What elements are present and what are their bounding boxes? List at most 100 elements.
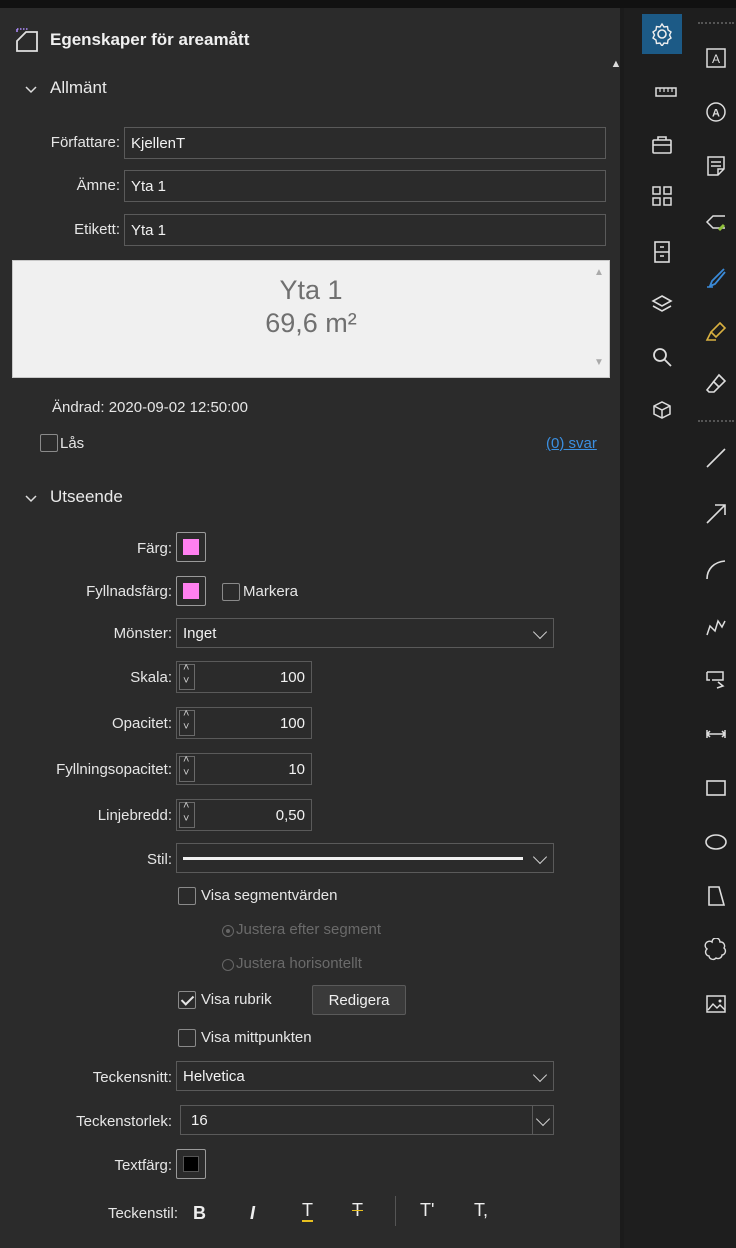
pen-icon[interactable] xyxy=(696,258,736,298)
toolbar-separator xyxy=(698,420,734,422)
font-size-select[interactable]: 16 xyxy=(180,1105,554,1135)
section-general-label: Allmänt xyxy=(50,78,107,97)
chevron-down-icon xyxy=(532,624,548,640)
align-segment-radio[interactable] xyxy=(222,925,234,937)
panel-title: Egenskaper för areamått xyxy=(14,22,249,58)
align-horizontal-label: Justera horisontellt xyxy=(236,955,362,972)
polygon-icon[interactable] xyxy=(696,876,736,916)
edit-button[interactable]: Redigera xyxy=(312,985,406,1015)
preview-scroll-down[interactable]: ▼ xyxy=(593,357,605,369)
line-width-label: Linjebredd: xyxy=(97,807,172,824)
polyline-icon[interactable] xyxy=(696,606,736,646)
ellipse-icon[interactable] xyxy=(696,822,736,862)
pattern-select[interactable]: Inget xyxy=(176,618,554,648)
section-appearance[interactable]: Utseende xyxy=(24,487,123,507)
preview-scroll-up[interactable]: ▲ xyxy=(593,267,605,279)
opacity-label: Opacitet: xyxy=(111,715,172,732)
show-segments-label: Visa segmentvärden xyxy=(201,887,338,904)
svg-text:A: A xyxy=(712,108,720,120)
toolbar-grip xyxy=(698,22,734,24)
ruler-icon[interactable] xyxy=(646,72,686,112)
show-segments-checkbox[interactable] xyxy=(178,887,196,905)
align-segment-label: Justera efter segment xyxy=(236,921,382,938)
text-color-swatch[interactable] xyxy=(176,1149,206,1179)
top-edge xyxy=(0,0,736,8)
circle-text-icon[interactable]: A xyxy=(696,92,736,132)
author-label: Författare: xyxy=(50,134,120,151)
lock-checkbox[interactable] xyxy=(40,434,58,452)
fill-color-fill xyxy=(183,583,199,599)
opacity-value: 100 xyxy=(279,715,305,732)
replies-link[interactable]: (0) svar xyxy=(546,435,597,452)
panel-title-text: Egenskaper för areamått xyxy=(50,30,250,49)
text-color-label: Textfärg: xyxy=(114,1157,172,1174)
layers-icon[interactable] xyxy=(642,285,682,325)
fill-opacity-label: Fyllningsopacitet: xyxy=(56,761,172,778)
settings-icon[interactable] xyxy=(642,14,682,54)
italic-button[interactable]: I xyxy=(250,1203,255,1224)
briefcase-icon[interactable] xyxy=(642,125,682,165)
callout-icon[interactable] xyxy=(696,660,736,700)
stepper-buttons[interactable] xyxy=(179,800,195,828)
superscript-button[interactable]: T' xyxy=(420,1200,434,1221)
stamp-icon[interactable] xyxy=(642,390,682,430)
cloud-icon[interactable] xyxy=(696,930,736,970)
line-icon[interactable] xyxy=(696,438,736,478)
section-general[interactable]: Allmänt xyxy=(24,78,107,98)
font-style-label: Teckenstil: xyxy=(107,1205,178,1222)
preview-area: 69,6 m² xyxy=(265,308,357,338)
svg-text:A: A xyxy=(712,52,720,66)
color-swatch[interactable] xyxy=(176,532,206,562)
fill-opacity-stepper[interactable]: 10 xyxy=(176,753,312,785)
note-icon[interactable] xyxy=(696,146,736,186)
color-label: Färg: xyxy=(136,540,172,557)
author-field[interactable]: KjellenT xyxy=(124,127,606,159)
stepper-buttons[interactable] xyxy=(179,754,195,782)
modified-date: Ändrad: 2020-09-02 12:50:00 xyxy=(52,399,248,416)
font-label: Teckensnitt: xyxy=(92,1069,172,1086)
highlighter-icon[interactable] xyxy=(696,312,736,352)
annotation-preview[interactable]: Yta 1 69,6 m² ▲ ▼ xyxy=(12,260,610,378)
eraser-icon[interactable] xyxy=(696,364,736,404)
scale-value: 100 xyxy=(279,669,305,686)
dimension-icon[interactable] xyxy=(696,714,736,754)
bold-button[interactable]: B xyxy=(193,1203,206,1224)
text-box-icon[interactable]: A xyxy=(696,38,736,78)
pattern-label: Mönster: xyxy=(113,625,172,642)
fill-color-swatch[interactable] xyxy=(176,576,206,606)
stepper-buttons[interactable] xyxy=(179,662,195,690)
arc-icon[interactable] xyxy=(696,550,736,590)
subject-label: Ämne: xyxy=(76,177,120,194)
label-field[interactable]: Yta 1 xyxy=(124,214,606,246)
stepper-buttons[interactable] xyxy=(179,708,195,736)
image-icon[interactable] xyxy=(696,984,736,1024)
highlight-checkbox[interactable] xyxy=(222,583,240,601)
grid-icon[interactable] xyxy=(642,176,682,216)
lock-label: Lås xyxy=(60,435,85,452)
chevron-down-icon xyxy=(532,849,548,865)
strikethrough-button[interactable]: T xyxy=(352,1200,363,1221)
arrow-icon[interactable] xyxy=(696,494,736,534)
subscript-button[interactable]: T, xyxy=(474,1200,488,1221)
search-icon[interactable] xyxy=(642,337,682,377)
font-select[interactable]: Helvetica xyxy=(176,1061,554,1091)
opacity-stepper[interactable]: 100 xyxy=(176,707,312,739)
tag-icon[interactable] xyxy=(696,202,736,242)
scale-label: Skala: xyxy=(130,669,172,686)
rectangle-icon[interactable] xyxy=(696,768,736,808)
show-midpoint-checkbox[interactable] xyxy=(178,1029,196,1047)
align-horizontal-radio[interactable] xyxy=(222,959,234,971)
text-color-fill xyxy=(183,1156,199,1172)
show-title-checkbox[interactable] xyxy=(178,991,196,1009)
solid-line-sample xyxy=(183,856,523,860)
subject-field[interactable]: Yta 1 xyxy=(124,170,606,202)
scale-stepper[interactable]: 100 xyxy=(176,661,312,693)
line-width-value: 0,50 xyxy=(275,807,305,824)
fill-color-label: Fyllnadsfärg: xyxy=(86,583,172,600)
cabinet-icon[interactable] xyxy=(642,232,682,272)
underline-button[interactable]: T xyxy=(302,1200,313,1222)
line-style-select[interactable] xyxy=(176,843,554,873)
font-size-label: Teckenstorlek: xyxy=(76,1113,172,1130)
highlight-label: Markera xyxy=(243,583,299,600)
line-width-stepper[interactable]: 0,50 xyxy=(176,799,312,831)
